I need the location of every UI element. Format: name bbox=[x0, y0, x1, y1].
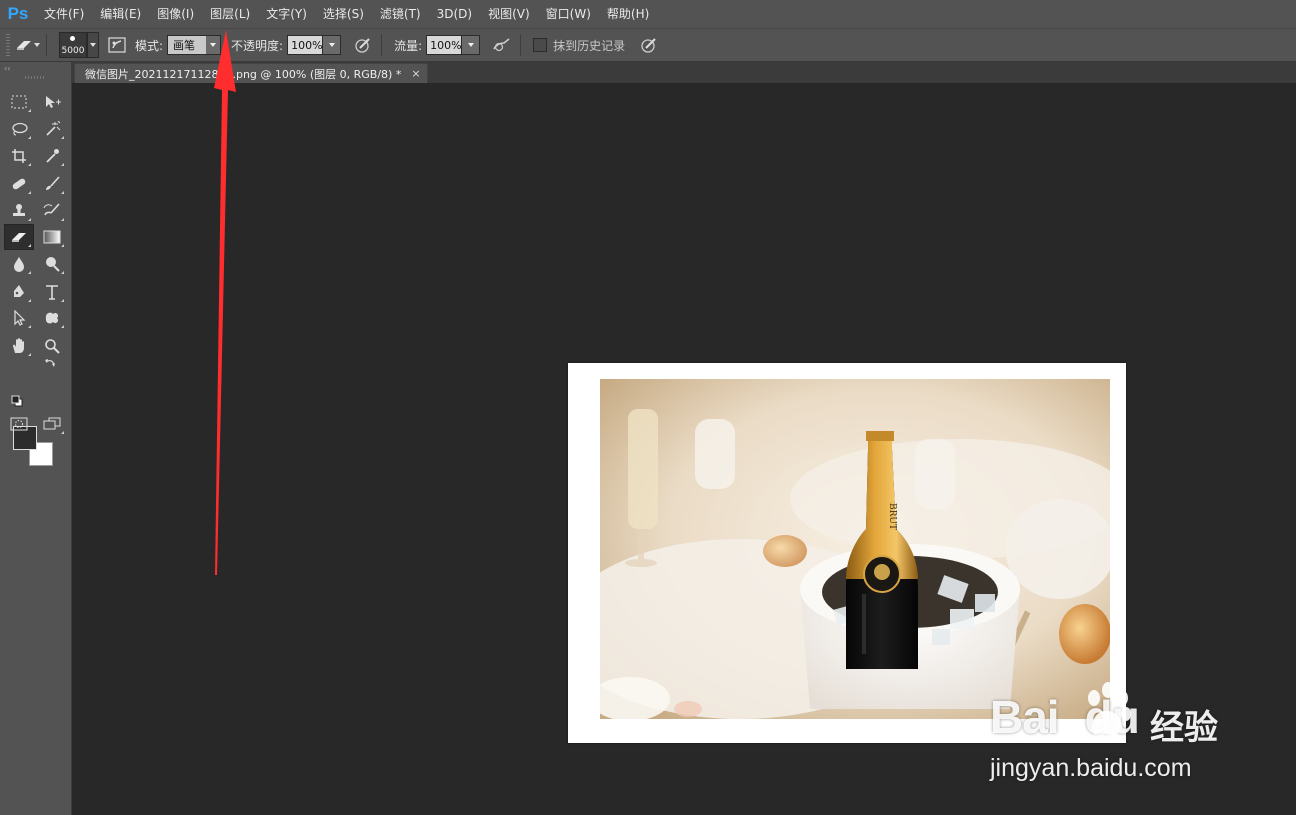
paw-logo-icon bbox=[1088, 682, 1131, 735]
baidu-watermark: Baidu 经验 jingyan.baidu.com bbox=[990, 680, 1290, 790]
watermark-suffix: 经验 bbox=[1150, 708, 1218, 748]
watermark-url: jingyan.baidu.com bbox=[990, 754, 1192, 782]
